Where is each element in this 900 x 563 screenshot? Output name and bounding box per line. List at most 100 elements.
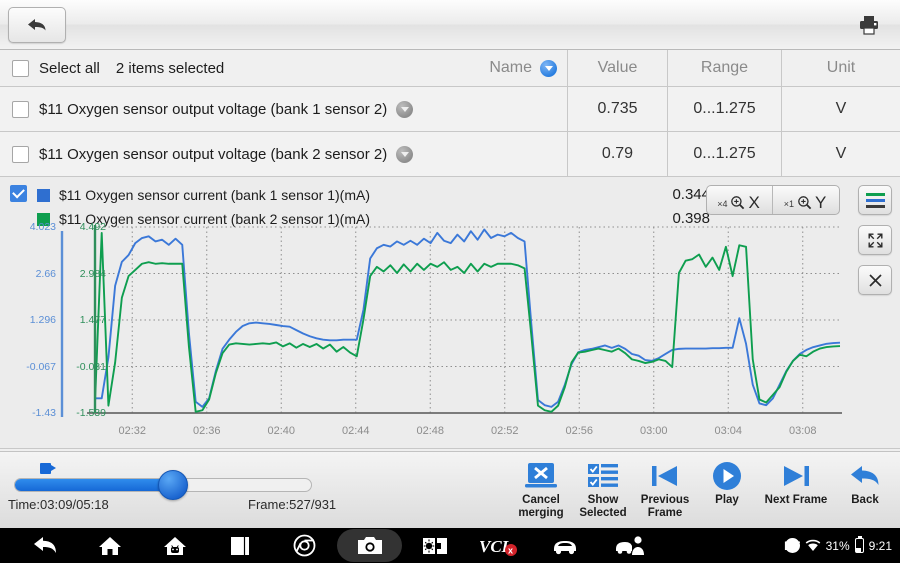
nav-android-home-icon[interactable]	[142, 529, 207, 562]
cancel-merging-button[interactable]: Cancel merging	[510, 458, 572, 519]
status-bar: BT 31% 9:21	[784, 535, 892, 553]
playback-bar: Time:03:09/05:18 Frame:527/931 Cancel me…	[0, 451, 900, 528]
next-frame-button[interactable]: Next Frame	[758, 458, 834, 507]
chevron-down-icon[interactable]	[396, 145, 414, 163]
next-frame-icon	[784, 466, 809, 486]
slider-thumb[interactable]	[158, 470, 188, 500]
svg-text:VCI: VCI	[479, 537, 510, 556]
x-axis-tick: 03:04	[714, 425, 743, 437]
blue-axis-tick: -1.43	[32, 407, 56, 419]
series-color-swatch-blue	[37, 188, 50, 202]
recents-icon	[230, 536, 249, 555]
vci-icon: VCI x	[479, 537, 517, 556]
camera-icon	[357, 536, 382, 554]
zoom-y-factor: ×1	[783, 199, 794, 209]
select-all-label: Select all	[39, 59, 100, 77]
green-axis-tick: 4.492	[79, 221, 106, 233]
chevron-down-icon[interactable]	[396, 100, 414, 118]
row-unit: V	[835, 100, 847, 117]
nav-display-settings-icon[interactable]	[402, 529, 467, 562]
nav-recents-icon[interactable]	[207, 529, 272, 562]
blue-axis-tick: 2.66	[35, 267, 56, 280]
row-checkbox[interactable]	[12, 145, 29, 163]
x-axis-tick: 02:52	[490, 425, 519, 437]
battery-percent: 31%	[825, 538, 850, 553]
play-icon	[713, 462, 741, 490]
app-header	[0, 0, 900, 50]
row-name-cell: $11 Oxygen sensor output voltage (bank 1…	[0, 87, 568, 131]
zoom-x-button[interactable]: ×4 X	[707, 186, 773, 214]
battery-icon	[854, 535, 864, 553]
display-settings-icon	[422, 537, 447, 554]
clock-label: 9:21	[868, 538, 892, 553]
selected-count-label: 2 items selected	[115, 59, 225, 77]
legend-values: 0.344 0.398	[600, 185, 710, 229]
header-value-cell: Value	[568, 50, 668, 86]
header-unit-cell: Unit	[826, 59, 856, 76]
nav-car-service-icon[interactable]	[597, 529, 662, 562]
datastream-table: Select all 2 items selected Name Value R…	[0, 50, 900, 177]
button-label-line2: Selected	[579, 506, 627, 519]
name-column-label: Name	[489, 59, 532, 76]
x-axis-tick: 02:56	[565, 425, 594, 437]
green-axis-tick: -1.539	[76, 407, 106, 419]
select-all-checkbox[interactable]	[12, 59, 29, 77]
legend-item[interactable]: $11 Oxygen sensor current (bank 1 sensor…	[37, 185, 370, 205]
play-button[interactable]: Play	[696, 458, 758, 507]
nav-home-icon[interactable]	[77, 529, 142, 562]
x-axis-tick: 02:32	[118, 425, 147, 437]
legend-lines-button[interactable]	[858, 185, 892, 215]
button-label-line2: merging	[518, 506, 564, 519]
button-label-line1: Previous	[640, 494, 690, 506]
nav-chrome-icon[interactable]	[272, 529, 337, 562]
chrome-icon	[293, 534, 316, 557]
row-unit: V	[835, 145, 847, 162]
zoom-x-factor: ×4	[717, 199, 728, 209]
oxygen-sensor-current-chart[interactable]	[0, 225, 900, 425]
back-button[interactable]: Back	[834, 458, 896, 507]
button-label-line1: Cancel	[522, 494, 560, 506]
nav-back-icon[interactable]	[12, 529, 77, 562]
back-arrow-icon	[28, 18, 46, 30]
android-home-icon	[163, 536, 186, 555]
green-axis-tick: 2.984	[79, 267, 106, 280]
home-icon	[98, 536, 121, 555]
magnifier-icon	[731, 196, 745, 210]
nav-camera-icon[interactable]	[337, 529, 402, 562]
header-back-button[interactable]	[8, 6, 66, 43]
blue-axis-tick: -0.067	[26, 360, 56, 373]
cancel-merging-icon	[525, 463, 557, 488]
x-axis-labels: 02:32 02:36 02:40 02:44 02:48 02:52 02:56 03:00…	[0, 425, 900, 443]
header-name-cell: Select all 2 items selected Name	[0, 50, 568, 86]
row-value: 0.79	[568, 132, 668, 176]
name-column-header[interactable]: Name	[489, 59, 567, 77]
zoom-y-axis-label: Y	[814, 193, 827, 212]
nav-car-icon[interactable]	[532, 529, 597, 562]
print-button[interactable]	[852, 8, 886, 42]
zoom-y-button[interactable]: ×1 Y	[773, 186, 839, 214]
zoom-controls: ×4 X ×1 Y	[706, 185, 840, 215]
show-selected-button[interactable]: Show Selected	[572, 458, 634, 519]
legend-value-blue: 0.344	[672, 186, 710, 203]
row-checkbox[interactable]	[12, 100, 29, 118]
android-navigation-bar: VCI x BT 31% 9:21	[0, 528, 900, 563]
row-range: 0...1.275	[668, 87, 782, 131]
table-row[interactable]: $11 Oxygen sensor output voltage (bank 1…	[0, 87, 900, 132]
recording-marker-icon	[40, 463, 56, 474]
blue-axis-tick: 4.023	[29, 221, 56, 233]
bluetooth-icon: BT	[784, 538, 801, 553]
back-icon	[851, 466, 879, 485]
sort-descending-icon[interactable]	[540, 59, 557, 77]
button-label-line1: Show	[587, 494, 619, 506]
nav-vci-icon[interactable]: VCI x	[467, 529, 532, 562]
x-axis-tick: 02:48	[416, 425, 445, 437]
x-axis-tick: 02:44	[341, 425, 370, 437]
time-label: Time:03:09/05:18	[8, 497, 109, 512]
car-icon	[553, 540, 576, 554]
button-label-line1: Play	[715, 494, 739, 506]
previous-frame-button[interactable]: Previous Frame	[634, 458, 696, 519]
graph-select-checkbox[interactable]	[10, 185, 27, 202]
table-row[interactable]: $11 Oxygen sensor output voltage (bank 2…	[0, 132, 900, 177]
button-label-line2: Frame	[647, 506, 683, 519]
x-axis-tick: 02:40	[267, 425, 296, 437]
